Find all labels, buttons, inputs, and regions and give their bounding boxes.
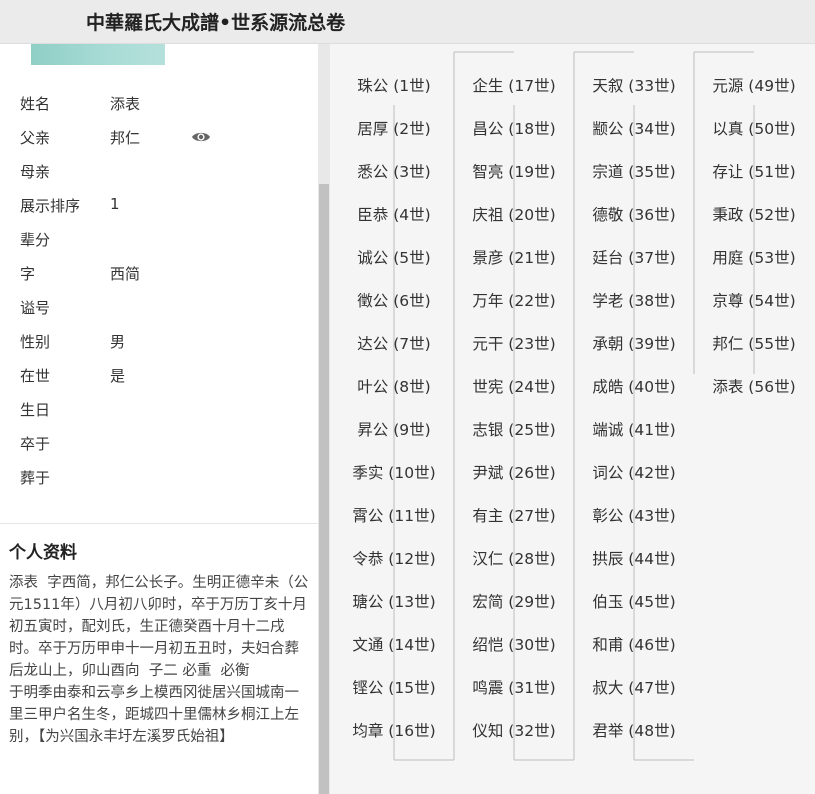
left-panel-scrollbar[interactable] <box>318 44 330 794</box>
info-value: 是 <box>110 367 126 385</box>
generation-column: 珠公 (1世) 居厚 (2世) 悉公 (3世) 臣恭 (4世) 诚公 (5世) 徵公 (6… <box>334 44 454 794</box>
title-bar: 中華羅氏大成譜•世系源流总卷 <box>0 0 815 44</box>
generation-node[interactable]: 令恭 (12世) <box>334 547 454 569</box>
generation-node[interactable]: 叔大 (47世) <box>574 676 694 698</box>
generation-node[interactable]: 庆祖 (20世) <box>454 203 574 225</box>
info-value: 男 <box>110 333 126 351</box>
generation-node[interactable]: 秉政 (52世) <box>694 203 814 225</box>
generation-node[interactable]: 智亮 (19世) <box>454 160 574 182</box>
info-label: 辈分 <box>20 231 51 249</box>
info-label: 展示排序 <box>20 197 81 215</box>
generation-node[interactable]: 万年 (22世) <box>454 289 574 311</box>
generation-node[interactable]: 悉公 (3世) <box>334 160 454 182</box>
generation-node[interactable]: 世宪 (24世) <box>454 375 574 397</box>
generation-node[interactable]: 存让 (51世) <box>694 160 814 182</box>
person-photo <box>31 44 165 65</box>
generation-node[interactable]: 学老 (38世) <box>574 289 694 311</box>
generation-node[interactable]: 廷台 (37世) <box>574 246 694 268</box>
profile-title: 个人资料 <box>9 543 77 563</box>
generation-node[interactable]: 鸣震 (31世) <box>454 676 574 698</box>
generation-column: 企生 (17世) 昌公 (18世) 智亮 (19世) 庆祖 (20世) 景彦 (21世)… <box>454 44 574 794</box>
info-label: 生日 <box>20 401 51 419</box>
generation-node[interactable]: 彰公 (43世) <box>574 504 694 526</box>
generation-node[interactable]: 元干 (23世) <box>454 332 574 354</box>
lineage-tree-panel: 珠公 (1世) 居厚 (2世) 悉公 (3世) 臣恭 (4世) 诚公 (5世) 徵公 (6… <box>330 44 815 794</box>
generation-column: 天叙 (33世) 颛公 (34世) 宗道 (35世) 德敬 (36世) 廷台 (37世)… <box>574 44 694 794</box>
generation-node[interactable]: 诚公 (5世) <box>334 246 454 268</box>
generation-node[interactable]: 志银 (25世) <box>454 418 574 440</box>
generation-node[interactable]: 达公 (7世) <box>334 332 454 354</box>
info-label: 性别 <box>20 333 51 351</box>
generation-node[interactable]: 叶公 (8世) <box>334 375 454 397</box>
generation-node[interactable]: 居厚 (2世) <box>334 117 454 139</box>
generation-node[interactable]: 汉仁 (28世) <box>454 547 574 569</box>
generation-node[interactable]: 添表 (56世) <box>694 375 814 397</box>
generation-node[interactable]: 拱辰 (44世) <box>574 547 694 569</box>
eye-icon[interactable] <box>191 130 211 144</box>
info-label: 父亲 <box>20 129 51 147</box>
profile-text: 添表 字西简，邦仁公长子。生明正德辛未（公元1511年）八月初八卯时，卒于万历丁… <box>9 575 309 745</box>
generation-node[interactable]: 季实 (10世) <box>334 461 454 483</box>
generation-node[interactable]: 霄公 (11世) <box>334 504 454 526</box>
person-detail-panel: 姓名 添表 父亲 邦仁 母亲 展示排序 1 辈分字西简 谥号 性别男在世是生日 卒于 葬于 个人资料 … <box>0 44 318 794</box>
generation-node[interactable]: 宏简 (29世) <box>454 590 574 612</box>
generation-node[interactable]: 瑭公 (13世) <box>334 590 454 612</box>
generation-node[interactable]: 端诚 (41世) <box>574 418 694 440</box>
generation-node[interactable]: 邦仁 (55世) <box>694 332 814 354</box>
generation-node[interactable]: 铿公 (15世) <box>334 676 454 698</box>
generation-node[interactable]: 用庭 (53世) <box>694 246 814 268</box>
generation-node[interactable]: 企生 (17世) <box>454 74 574 96</box>
generation-node[interactable]: 文通 (14世) <box>334 633 454 655</box>
generation-node[interactable]: 臣恭 (4世) <box>334 203 454 225</box>
generation-node[interactable]: 尹斌 (26世) <box>454 461 574 483</box>
generation-node[interactable]: 天叙 (33世) <box>574 74 694 96</box>
generation-node[interactable]: 徵公 (6世) <box>334 289 454 311</box>
info-label: 字 <box>20 265 36 283</box>
generation-node[interactable]: 伯玉 (45世) <box>574 590 694 612</box>
info-value: 邦仁 <box>110 129 141 147</box>
generation-node[interactable]: 有主 (27世) <box>454 504 574 526</box>
info-label: 卒于 <box>20 435 51 453</box>
generation-node[interactable]: 成皓 (40世) <box>574 375 694 397</box>
generation-node[interactable]: 景彦 (21世) <box>454 246 574 268</box>
generation-node[interactable]: 宗道 (35世) <box>574 160 694 182</box>
generation-node[interactable]: 昇公 (9世) <box>334 418 454 440</box>
page-title: 中華羅氏大成譜•世系源流总卷 <box>86 12 346 34</box>
generation-node[interactable]: 承朝 (39世) <box>574 332 694 354</box>
generation-node[interactable]: 德敬 (36世) <box>574 203 694 225</box>
info-value: 1 <box>110 195 120 213</box>
generation-node[interactable]: 仪知 (32世) <box>454 719 574 741</box>
generation-node[interactable]: 颛公 (34世) <box>574 117 694 139</box>
info-label: 姓名 <box>20 95 51 113</box>
info-value: 添表 <box>110 95 141 113</box>
info-label: 在世 <box>20 367 51 385</box>
info-label: 葬于 <box>20 469 51 487</box>
generation-node[interactable]: 以真 (50世) <box>694 117 814 139</box>
generation-column: 元源 (49世) 以真 (50世) 存让 (51世) 秉政 (52世) 用庭 (53世)… <box>694 44 814 794</box>
generation-node[interactable]: 昌公 (18世) <box>454 117 574 139</box>
scrollbar-thumb[interactable] <box>319 184 329 794</box>
generation-node[interactable]: 绍恺 (30世) <box>454 633 574 655</box>
info-label: 母亲 <box>20 163 51 181</box>
generation-node[interactable]: 词公 (42世) <box>574 461 694 483</box>
info-value: 西简 <box>110 265 141 283</box>
generation-node[interactable]: 元源 (49世) <box>694 74 814 96</box>
info-label: 谥号 <box>20 299 51 317</box>
generation-node[interactable]: 均章 (16世) <box>334 719 454 741</box>
section-divider <box>0 523 318 524</box>
generation-node[interactable]: 京尊 (54世) <box>694 289 814 311</box>
generation-node[interactable]: 和甫 (46世) <box>574 633 694 655</box>
generation-node[interactable]: 君举 (48世) <box>574 719 694 741</box>
generation-node[interactable]: 珠公 (1世) <box>334 74 454 96</box>
